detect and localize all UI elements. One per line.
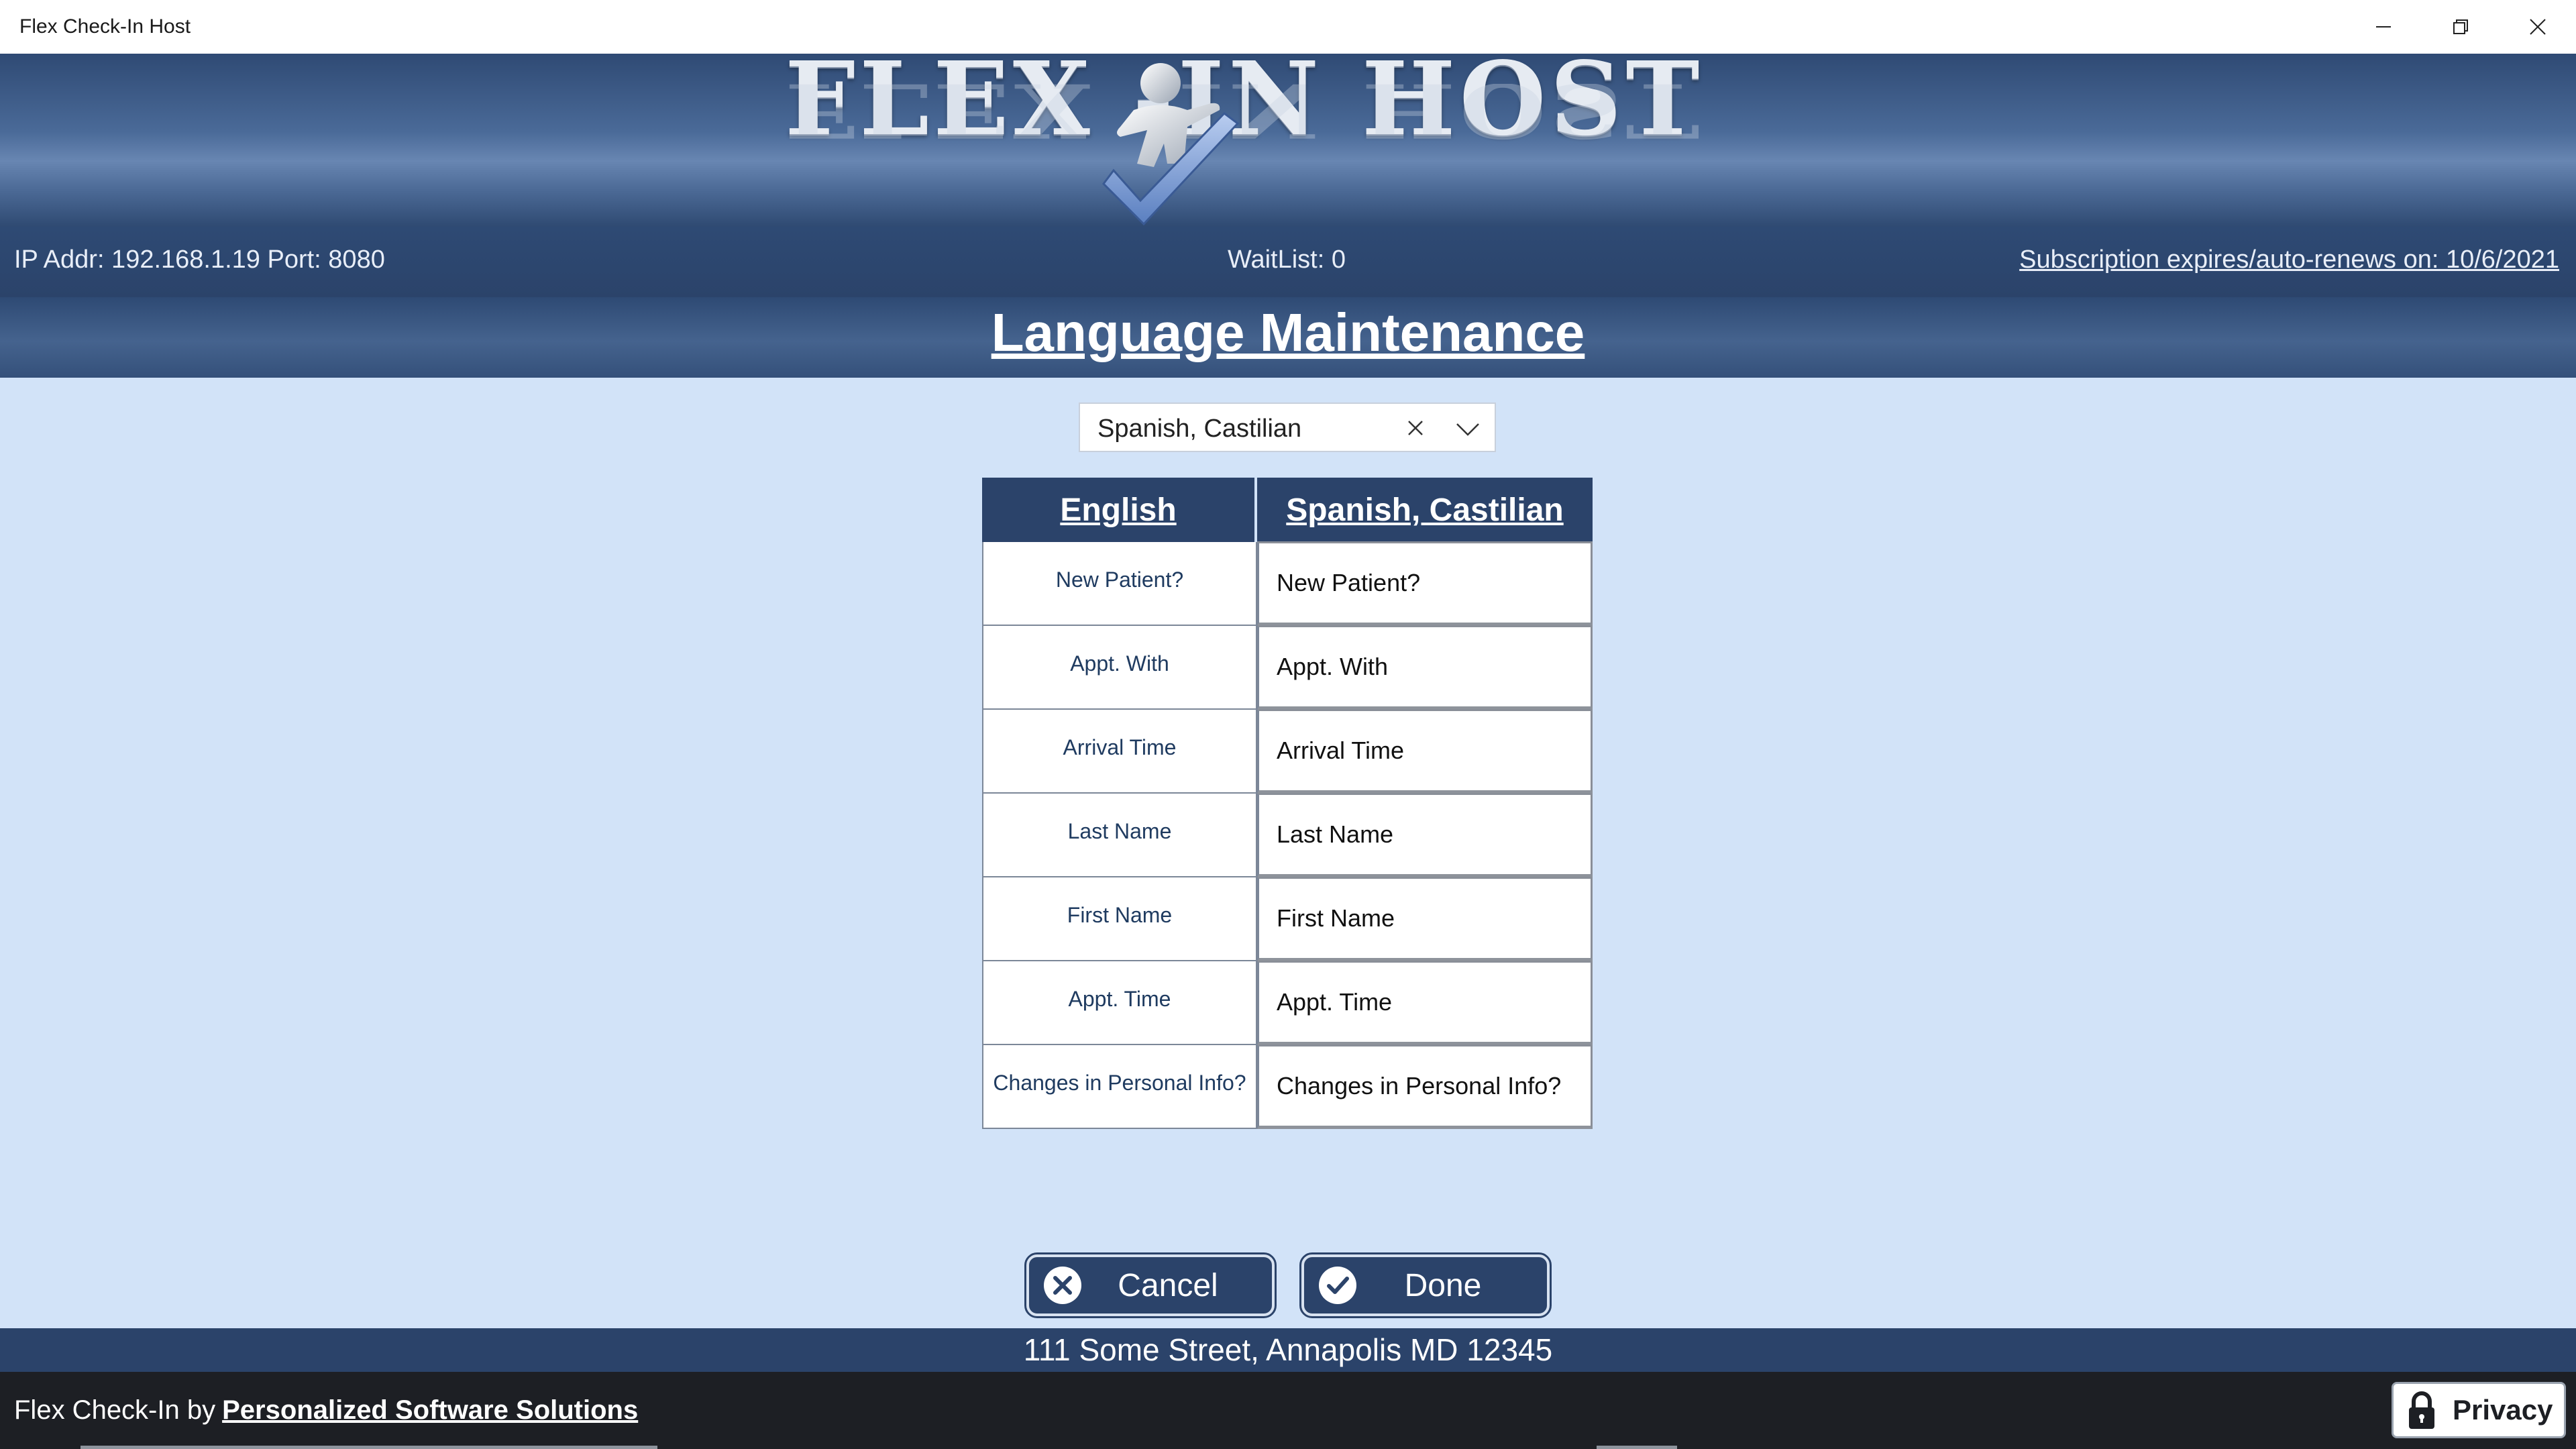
language-select[interactable]: Spanish, Castilian — [1079, 402, 1496, 452]
chevron-down-icon[interactable] — [1454, 419, 1481, 439]
minimize-button[interactable] — [2345, 0, 2422, 54]
english-term: First Name — [982, 877, 1257, 961]
done-check-icon — [1319, 1267, 1356, 1304]
window-controls — [2345, 0, 2576, 54]
grid-row: New Patient? New Patient? — [982, 541, 1593, 626]
window-title: Flex Check-In Host — [19, 15, 191, 38]
grid-row: Appt. With Appt. With — [982, 625, 1593, 710]
grid-row: Arrival Time Arrival Time — [982, 709, 1593, 794]
english-term: Changes in Personal Info? — [982, 1045, 1257, 1129]
scrollbar-thumb[interactable] — [80, 1446, 657, 1449]
done-button-label: Done — [1404, 1267, 1482, 1303]
translation-input[interactable]: First Name — [1257, 877, 1593, 961]
english-term: Last Name — [982, 794, 1257, 877]
grid-header: English Spanish, Castilian — [982, 478, 1593, 542]
info-bar: IP Addr: 192.168.1.19 Port: 8080 WaitLis… — [0, 227, 2576, 297]
footer-by-text: Flex Check-In by — [14, 1395, 216, 1425]
address-bar: 111 Some Street, Annapolis MD 12345 — [0, 1328, 2576, 1372]
translation-input[interactable]: Appt. Time — [1257, 961, 1593, 1045]
english-term: Appt. Time — [982, 961, 1257, 1045]
footer-credit: Flex Check-In by Personalized Software So… — [14, 1395, 638, 1426]
subscription-link[interactable]: Subscription expires/auto-renews on: 10/… — [2019, 246, 2559, 274]
minimize-icon — [2375, 26, 2391, 28]
translation-column-header: Spanish, Castilian — [1257, 478, 1593, 542]
close-button[interactable] — [2499, 0, 2576, 54]
translation-input[interactable]: Changes in Personal Info? — [1257, 1044, 1593, 1129]
english-column-header: English — [982, 478, 1257, 542]
waitlist-count: WaitList: 0 — [1228, 246, 1346, 274]
clear-selection-icon[interactable] — [1403, 416, 1428, 440]
translation-input[interactable]: Appt. With — [1257, 625, 1593, 710]
company-link[interactable]: Personalized Software Solutions — [222, 1395, 638, 1425]
grid-row: Last Name Last Name — [982, 793, 1593, 877]
grid-row: Appt. Time Appt. Time — [982, 961, 1593, 1045]
mascot-checkmark-icon — [1102, 63, 1240, 226]
footer: Flex Check-In by Personalized Software So… — [0, 1372, 2576, 1449]
translation-grid: English Spanish, Castilian New Patient? … — [982, 478, 1593, 1129]
cancel-button-label: Cancel — [1118, 1267, 1218, 1303]
restore-button[interactable] — [2422, 0, 2499, 54]
page-title: Language Maintenance — [991, 303, 1585, 362]
english-term: New Patient? — [982, 542, 1257, 626]
english-term: Arrival Time — [982, 710, 1257, 794]
ip-port-text: IP Addr: 192.168.1.19 Port: 8080 — [14, 246, 385, 274]
grid-row: Changes in Personal Info? Changes in Per… — [982, 1044, 1593, 1129]
translation-input[interactable]: Arrival Time — [1257, 709, 1593, 794]
done-button[interactable]: Done — [1299, 1252, 1552, 1318]
page-header: Language Maintenance — [0, 297, 2576, 378]
close-icon — [2529, 19, 2546, 35]
cancel-circle-x-icon — [1044, 1267, 1081, 1304]
scrollbar-thumb[interactable] — [1597, 1446, 1677, 1449]
lock-icon — [2409, 1391, 2434, 1429]
translation-input[interactable]: Last Name — [1257, 793, 1593, 877]
privacy-button[interactable]: Privacy — [2392, 1382, 2566, 1438]
privacy-label: Privacy — [2453, 1394, 2553, 1426]
grid-row: First Name First Name — [982, 877, 1593, 961]
restore-icon — [2453, 19, 2468, 34]
english-term: Appt. With — [982, 626, 1257, 710]
language-select-value: Spanish, Castilian — [1097, 415, 1302, 443]
cancel-button[interactable]: Cancel — [1024, 1252, 1277, 1318]
window-titlebar: Flex Check-In Host — [0, 0, 2576, 54]
logo-reflection: FLEX -IN HOST — [785, 84, 1704, 144]
translation-input[interactable]: New Patient? — [1257, 541, 1593, 626]
logo-banner: FLEX -IN HOST FLEX -IN HOST — [0, 54, 2576, 227]
